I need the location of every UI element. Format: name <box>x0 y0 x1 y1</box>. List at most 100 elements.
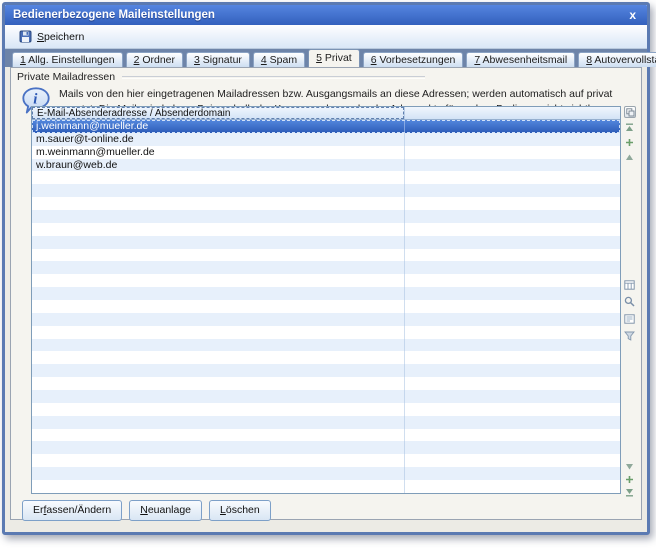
table-row[interactable] <box>32 454 620 467</box>
empty-cell[interactable] <box>405 467 620 480</box>
erfassen-aendern-button[interactable]: Erfassen/Ändern <box>22 500 122 521</box>
empty-cell[interactable] <box>405 171 620 184</box>
empty-cell[interactable] <box>405 377 620 390</box>
email-cell[interactable]: m.sauer@t-online.de <box>32 133 405 146</box>
empty-cell[interactable] <box>405 249 620 262</box>
empty-cell[interactable] <box>405 210 620 223</box>
email-cell[interactable] <box>32 377 405 390</box>
table-row[interactable] <box>32 403 620 416</box>
copy-icon[interactable] <box>624 106 636 118</box>
empty-cell[interactable] <box>405 454 620 467</box>
table-row[interactable] <box>32 223 620 236</box>
table-row[interactable] <box>32 197 620 210</box>
empty-cell[interactable] <box>405 146 620 159</box>
empty-cell[interactable] <box>405 390 620 403</box>
search-icon[interactable] <box>624 296 635 307</box>
empty-cell[interactable] <box>405 441 620 454</box>
empty-cell[interactable] <box>405 159 620 172</box>
table-row[interactable] <box>32 351 620 364</box>
loeschen-button[interactable]: Löschen <box>209 500 271 521</box>
email-cell[interactable] <box>32 416 405 429</box>
empty-cell[interactable] <box>405 223 620 236</box>
table-icon[interactable] <box>624 279 635 290</box>
empty-cell[interactable] <box>405 313 620 326</box>
table-row[interactable]: w.braun@web.de <box>32 159 620 172</box>
empty-cell[interactable] <box>405 326 620 339</box>
email-cell[interactable] <box>32 390 405 403</box>
table-row[interactable] <box>32 339 620 352</box>
empty-cell[interactable] <box>405 287 620 300</box>
email-cell[interactable]: m.weinmann@mueller.de <box>32 146 405 159</box>
table-row[interactable] <box>32 416 620 429</box>
email-cell[interactable] <box>32 467 405 480</box>
table-row[interactable] <box>32 261 620 274</box>
table-row[interactable] <box>32 236 620 249</box>
column-header-email[interactable]: E-Mail-Absenderadresse / Absenderdomain <box>32 107 405 119</box>
email-cell[interactable] <box>32 210 405 223</box>
table-row[interactable]: j.weinmann@mueller.de <box>32 120 620 133</box>
tab-7[interactable]: 7 Abwesenheitsmail <box>466 52 575 67</box>
scroll-down-icon[interactable] <box>624 461 635 472</box>
table-row[interactable] <box>32 300 620 313</box>
email-cell[interactable] <box>32 403 405 416</box>
table-row[interactable] <box>32 249 620 262</box>
table-row[interactable]: m.weinmann@mueller.de <box>32 146 620 159</box>
email-cell[interactable] <box>32 339 405 352</box>
email-cell[interactable] <box>32 326 405 339</box>
scroll-to-top-icon[interactable] <box>624 122 635 133</box>
email-cell[interactable] <box>32 429 405 442</box>
tab-8[interactable]: 8 Autovervollständigung <box>578 52 656 67</box>
tab-5[interactable]: 5 Privat <box>308 49 360 67</box>
empty-cell[interactable] <box>405 429 620 442</box>
email-cell[interactable] <box>32 441 405 454</box>
empty-cell[interactable] <box>405 339 620 352</box>
email-cell[interactable] <box>32 274 405 287</box>
email-cell[interactable] <box>32 454 405 467</box>
table-row[interactable] <box>32 171 620 184</box>
empty-cell[interactable] <box>405 261 620 274</box>
empty-cell[interactable] <box>405 403 620 416</box>
empty-cell[interactable] <box>405 133 620 146</box>
table-row[interactable]: m.sauer@t-online.de <box>32 133 620 146</box>
table-row[interactable] <box>32 429 620 442</box>
table-row[interactable] <box>32 441 620 454</box>
scroll-to-bottom-icon[interactable] <box>624 487 635 498</box>
empty-cell[interactable] <box>405 236 620 249</box>
table-row[interactable] <box>32 377 620 390</box>
email-cell[interactable] <box>32 480 405 493</box>
email-cell[interactable] <box>32 236 405 249</box>
email-cell[interactable] <box>32 197 405 210</box>
tab-2[interactable]: 2 Ordner <box>126 52 183 67</box>
table-row[interactable] <box>32 274 620 287</box>
empty-cell[interactable] <box>405 300 620 313</box>
table-row[interactable] <box>32 326 620 339</box>
close-icon[interactable]: x <box>626 9 639 21</box>
email-cell[interactable]: w.braun@web.de <box>32 159 405 172</box>
email-cell[interactable] <box>32 249 405 262</box>
save-button[interactable]: Speichern <box>12 27 91 46</box>
email-cell[interactable] <box>32 171 405 184</box>
table-row[interactable] <box>32 467 620 480</box>
empty-cell[interactable] <box>405 364 620 377</box>
tab-1[interactable]: 1 Allg. Einstellungen <box>12 52 123 67</box>
export-icon[interactable] <box>624 313 635 324</box>
table-row[interactable] <box>32 184 620 197</box>
empty-cell[interactable] <box>405 274 620 287</box>
email-cell[interactable] <box>32 223 405 236</box>
empty-cell[interactable] <box>405 184 620 197</box>
scroll-up-icon[interactable] <box>624 152 635 163</box>
scroll-down-plus-icon[interactable] <box>624 474 635 485</box>
empty-cell[interactable] <box>405 197 620 210</box>
table-row[interactable] <box>32 364 620 377</box>
email-cell[interactable] <box>32 287 405 300</box>
empty-cell[interactable] <box>405 120 620 133</box>
table-row[interactable] <box>32 210 620 223</box>
email-cell[interactable] <box>32 184 405 197</box>
empty-cell[interactable] <box>405 351 620 364</box>
tab-3[interactable]: 3 Signatur <box>186 52 250 67</box>
table-row[interactable] <box>32 287 620 300</box>
table-row[interactable] <box>32 480 620 493</box>
email-cell[interactable] <box>32 313 405 326</box>
empty-cell[interactable] <box>405 416 620 429</box>
table-row[interactable] <box>32 390 620 403</box>
